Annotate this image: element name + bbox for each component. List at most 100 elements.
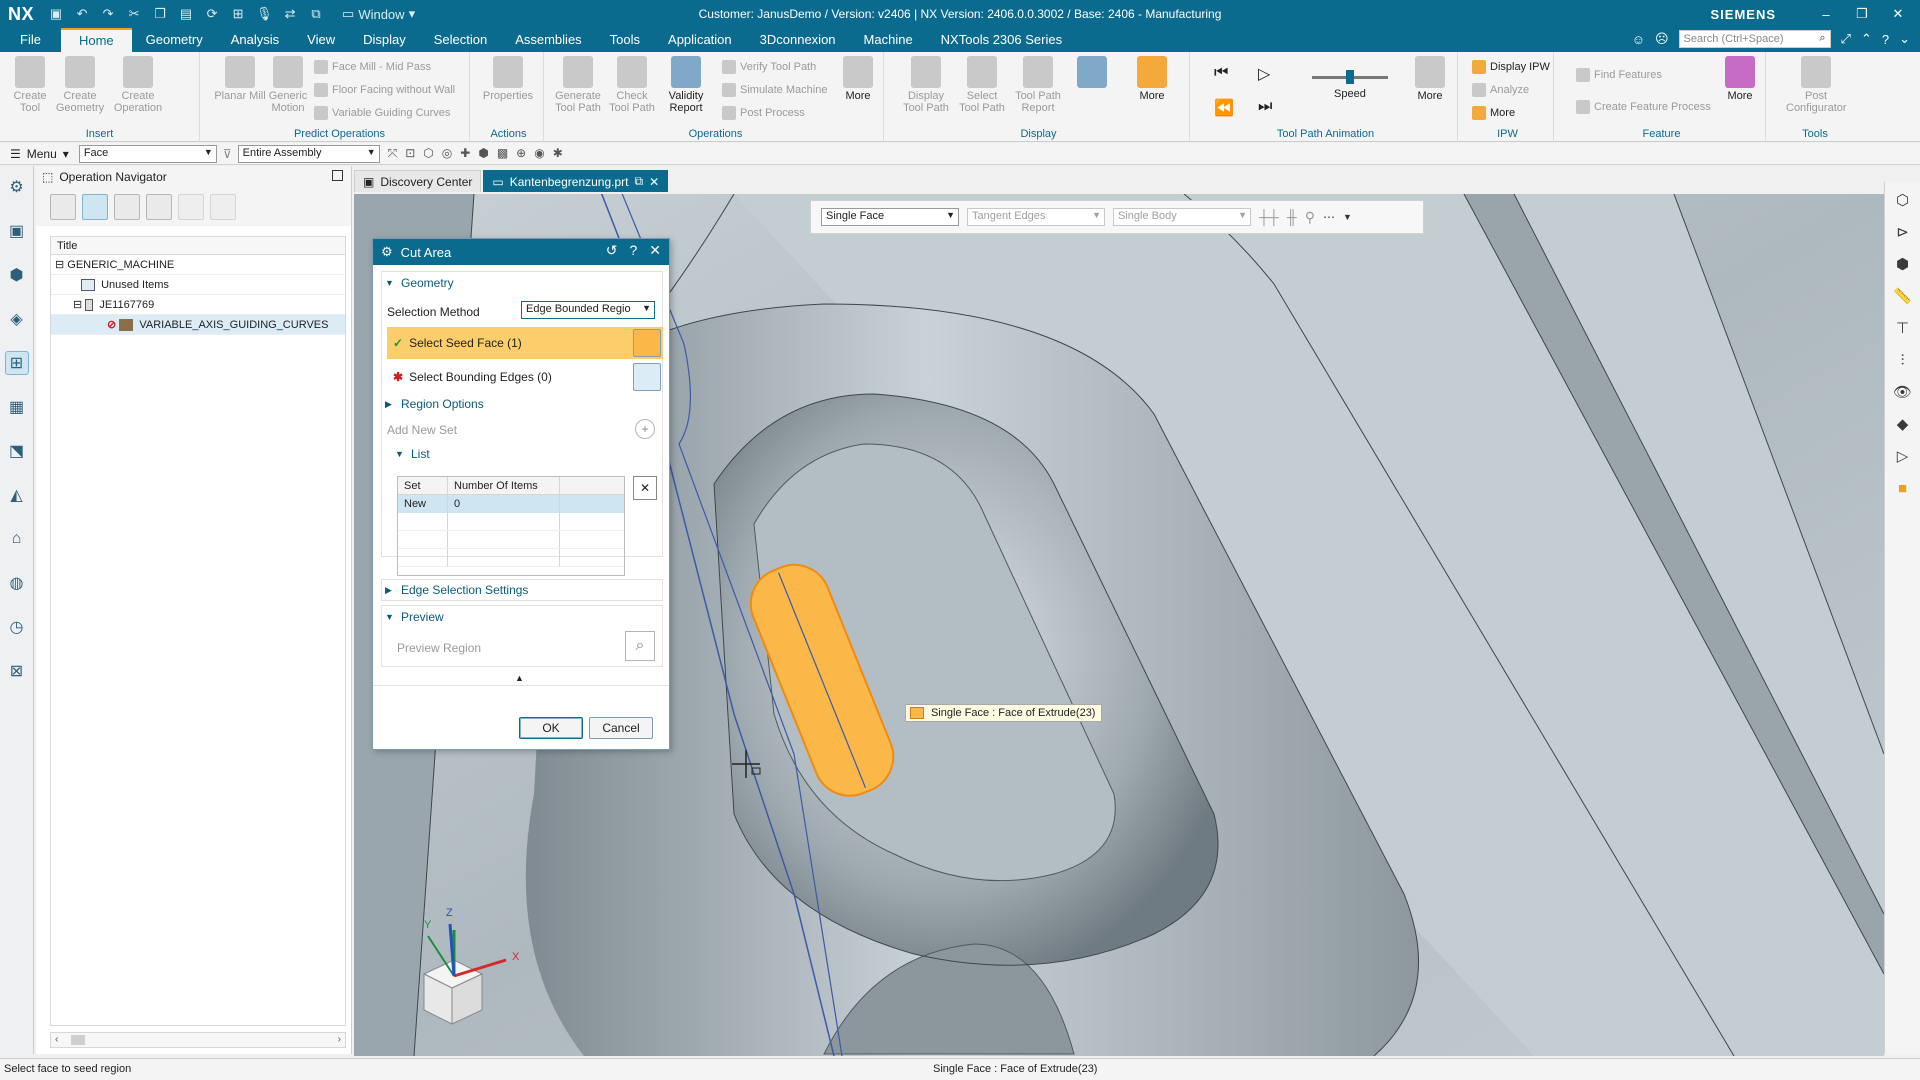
popout-icon[interactable]: ⧉: [634, 174, 643, 189]
type-filter-dropdown[interactable]: Face ▼: [78, 144, 217, 163]
sync-icon[interactable]: ⇄: [282, 7, 298, 21]
reset-icon[interactable]: ↺: [606, 242, 618, 259]
remove-icon[interactable]: [210, 194, 236, 220]
fullscreen-icon[interactable]: ⤢: [1841, 31, 1851, 47]
history-icon[interactable]: ◷: [5, 615, 29, 639]
display-tool-path-button[interactable]: Display Tool Path: [900, 56, 952, 114]
scroll-left-icon[interactable]: ‹: [55, 1034, 58, 1045]
post-configurator-button[interactable]: Post Configurator: [1786, 56, 1847, 114]
reuse-library-icon[interactable]: ◭: [5, 483, 29, 507]
body-icon[interactable]: ⬢: [478, 146, 488, 161]
hd3d-tools-icon[interactable]: ⌂: [5, 527, 29, 551]
settings-icon[interactable]: ✱: [553, 146, 563, 161]
polygon-select-icon[interactable]: ⬡: [423, 146, 433, 161]
tab-geometry[interactable]: Geometry: [132, 28, 217, 52]
region-options-section-header[interactable]: ▶ Region Options: [385, 397, 657, 411]
repeat-command-icon[interactable]: ⟳: [204, 7, 220, 21]
tab-kantenbegrenzung[interactable]: ▭ Kantenbegrenzung.prt ⧉ ✕: [483, 170, 669, 192]
feedback-icon[interactable]: ☺: [1632, 32, 1645, 47]
list-section-header[interactable]: ▼ List: [395, 447, 667, 461]
select-all-icon[interactable]: ⤧: [388, 146, 398, 161]
help-icon[interactable]: ?: [1882, 32, 1889, 47]
chain-icon[interactable]: ⚲: [1305, 209, 1315, 226]
generic-motion-button[interactable]: Generic Motion: [262, 56, 314, 114]
column-header-count[interactable]: Number Of Items: [448, 477, 560, 494]
ribbon-options-icon[interactable]: ⌄: [1899, 31, 1910, 47]
properties-button[interactable]: Properties: [482, 56, 534, 102]
create-feature-process-button[interactable]: Create Feature Process: [1576, 100, 1711, 114]
help-icon[interactable]: ?: [629, 242, 637, 259]
close-dialog-button[interactable]: ✕: [649, 242, 661, 259]
program-order-view-icon[interactable]: [50, 194, 76, 220]
tab-home[interactable]: Home: [60, 28, 132, 52]
support-icon[interactable]: ☹: [1655, 31, 1669, 47]
navigator-horizontal-scrollbar[interactable]: ‹ ›: [50, 1032, 346, 1048]
point-snap-icon[interactable]: ✚: [460, 146, 470, 161]
tab-assemblies[interactable]: Assemblies: [501, 28, 595, 52]
tab-file[interactable]: File: [0, 28, 61, 52]
more-options-icon[interactable]: ⋯: [1323, 210, 1335, 224]
feature-navigator-icon[interactable]: ⬔: [5, 439, 29, 463]
undo-icon[interactable]: ↶: [74, 7, 90, 21]
step-forward-icon[interactable]: ⏭: [1258, 98, 1272, 116]
body-rule-dropdown[interactable]: Single Body ▼: [1113, 208, 1251, 226]
tab-discovery-center[interactable]: ▣ Discovery Center: [354, 170, 482, 192]
variable-guiding-curves-button[interactable]: Variable Guiding Curves: [314, 106, 450, 120]
replay-icon[interactable]: ▷: [1892, 446, 1914, 468]
add-icon[interactable]: [178, 194, 204, 220]
settings-gear-icon[interactable]: ⚙: [5, 175, 29, 199]
preview-magnifier-icon[interactable]: ⌕: [625, 631, 655, 661]
tab-3dconnexion[interactable]: 3Dconnexion: [746, 28, 850, 52]
scroll-right-icon[interactable]: ›: [338, 1034, 341, 1045]
cancel-button[interactable]: Cancel: [589, 717, 653, 739]
add-new-set-button[interactable]: +: [635, 419, 655, 439]
dialog-gear-icon[interactable]: ⚙: [381, 244, 393, 260]
remove-set-button[interactable]: ✕: [633, 476, 657, 500]
maximize-panel-button[interactable]: [332, 170, 343, 181]
trim-icon[interactable]: ╫: [1287, 209, 1297, 225]
screenshot-icon[interactable]: ⧉: [308, 7, 324, 21]
restore-button[interactable]: ❐: [1852, 6, 1872, 22]
tab-analysis[interactable]: Analysis: [217, 28, 293, 52]
tab-machine[interactable]: Machine: [850, 28, 927, 52]
tab-view[interactable]: View: [293, 28, 349, 52]
tab-application[interactable]: Application: [654, 28, 746, 52]
operations-more-button[interactable]: More: [832, 56, 884, 102]
search-icon[interactable]: ⌕: [1819, 32, 1825, 45]
tree-row[interactable]: ⊘ VARIABLE_AXIS_GUIDING_CURVES: [51, 315, 345, 335]
save-icon[interactable]: ▣: [48, 7, 64, 21]
command-search-input[interactable]: Search (Ctrl+Space) ⌕: [1678, 30, 1831, 48]
verify-tool-path-button[interactable]: Verify Tool Path: [722, 60, 816, 74]
intersect-icon[interactable]: ┼┼: [1259, 209, 1279, 225]
fit-icon[interactable]: ⊳: [1892, 222, 1914, 244]
tree-row[interactable]: ⊟ JE1167769: [51, 295, 345, 315]
view-orient-icon[interactable]: ⬡: [1892, 190, 1914, 212]
planar-mill-button[interactable]: Planar Mill: [214, 56, 266, 102]
machine-tool-navigator-icon[interactable]: ▦: [5, 395, 29, 419]
face-select-icon[interactable]: [633, 329, 661, 357]
touch-mode-icon[interactable]: ⊞: [230, 7, 246, 21]
display-ipw-button[interactable]: Display IPW: [1472, 60, 1550, 74]
part-navigator-icon[interactable]: ▣: [5, 219, 29, 243]
tool-holder-icon[interactable]: ⊤: [1892, 318, 1914, 340]
system-materials-icon[interactable]: ⊠: [5, 659, 29, 683]
check-tool-path-button[interactable]: Check Tool Path: [606, 56, 658, 114]
generate-tool-path-button[interactable]: Generate Tool Path: [552, 56, 604, 114]
post-process-button[interactable]: Post Process: [722, 106, 805, 120]
main-menu-button[interactable]: ☰ Menu ▾: [0, 147, 79, 161]
operation-navigator-icon[interactable]: ⊞: [4, 351, 29, 375]
lasso-icon[interactable]: ◎: [442, 146, 452, 161]
column-header-title[interactable]: Title: [51, 237, 345, 255]
speed-slider-thumb[interactable]: [1346, 70, 1354, 84]
play-icon[interactable]: ▷: [1258, 64, 1270, 84]
curve-select-icon[interactable]: [633, 363, 661, 391]
collapse-dialog-icon[interactable]: ▲: [515, 673, 524, 683]
find-features-button[interactable]: Find Features: [1576, 68, 1662, 82]
column-header-set[interactable]: Set: [398, 477, 448, 494]
select-seed-face-row[interactable]: ✓ Select Seed Face (1): [387, 327, 663, 359]
display-more-button[interactable]: More: [1126, 56, 1178, 102]
cut-icon[interactable]: ✂: [126, 7, 142, 21]
validity-report-button[interactable]: Validity Report: [660, 56, 712, 114]
measure-icon[interactable]: 📏: [1892, 286, 1914, 308]
edge-rule-dropdown[interactable]: Tangent Edges ▼: [967, 208, 1105, 226]
